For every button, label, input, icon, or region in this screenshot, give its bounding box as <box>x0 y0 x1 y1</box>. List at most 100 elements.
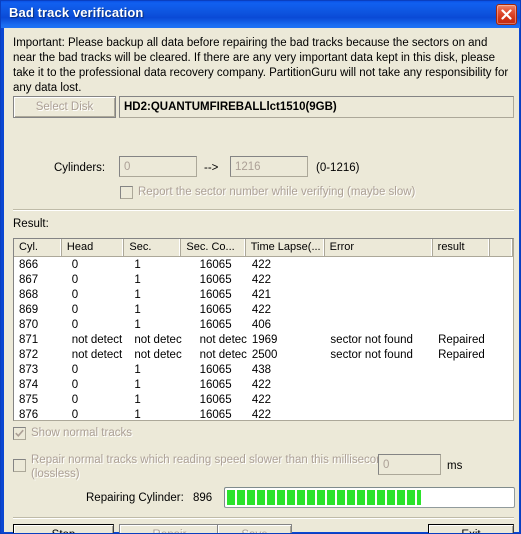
table-cell: 422 <box>251 258 272 271</box>
warning-text: Important: Please backup all data before… <box>13 37 509 94</box>
table-cell: 16065 <box>199 363 232 376</box>
close-x-glyph <box>501 9 512 20</box>
table-column-header[interactable] <box>489 239 513 257</box>
progress-fill <box>227 490 421 505</box>
table-row[interactable]: 868 0 1 16065 421 <box>14 287 513 302</box>
table-cell: 1969 <box>251 333 278 346</box>
table-cell: 1 <box>134 363 141 376</box>
table-cell: 0 <box>71 393 79 406</box>
table-cell: 422 <box>251 303 272 316</box>
table-cell: 0 <box>71 258 79 271</box>
table-cell: 876 <box>19 408 39 421</box>
table-column-header[interactable]: Time Lapse(... <box>245 239 325 257</box>
table-cell: 0 <box>71 303 79 316</box>
table-cell: 0 <box>71 408 79 421</box>
table-row[interactable]: 874 0 1 16065 422 <box>14 377 513 392</box>
table-column-header[interactable]: Sec. <box>124 239 182 257</box>
repair-slow-tracks-label-line1: Repair normal tracks which reading speed… <box>31 454 393 466</box>
table-cell: 16065 <box>199 393 232 406</box>
result-table[interactable]: Cyl. Head Sec. Sec. Co... Time Lapse(... Erro… <box>13 238 514 421</box>
table-cell: 1 <box>134 288 141 301</box>
table-cell: 1 <box>134 303 141 316</box>
table-body: 866 0 1 16065 422 867 0 1 16065 422 868 0 1 16065 421 8… <box>14 257 513 421</box>
table-cell: sector not found <box>330 348 413 361</box>
table-cell: 875 <box>19 393 39 406</box>
table-cell: 0 <box>71 288 79 301</box>
table-row[interactable]: 869 0 1 16065 422 <box>14 302 513 317</box>
table-cell: 874 <box>19 378 39 391</box>
repairing-cylinder-text: Repairing Cylinder: <box>86 492 184 504</box>
report-sector-checkbox[interactable] <box>120 186 133 199</box>
table-row[interactable]: 871 not detect not detect not detect 1969 sec… <box>14 332 513 347</box>
close-icon[interactable] <box>496 4 517 25</box>
table-cell: 867 <box>19 273 39 286</box>
table-cell: 869 <box>19 303 39 316</box>
table-cell: 1 <box>134 273 141 286</box>
exit-button[interactable]: Exit <box>428 524 514 533</box>
table-cell: 871 <box>19 333 39 346</box>
table-row[interactable]: 870 0 1 16065 406 <box>14 317 513 332</box>
repair-slow-tracks-label-line2: (lossless) <box>31 468 80 480</box>
show-normal-tracks-label: Show normal tracks <box>31 427 132 439</box>
save-button[interactable]: Save <box>217 524 292 533</box>
table-column-header[interactable]: Error <box>324 239 433 257</box>
report-sector-label: Report the sector number while verifying… <box>138 186 416 198</box>
table-cell: 870 <box>19 318 39 331</box>
millisecond-input[interactable]: 0 <box>378 454 441 475</box>
cylinder-start-input[interactable]: 0 <box>119 156 197 177</box>
table-cell: 16065 <box>199 303 232 316</box>
table-column-header[interactable]: Sec. Co... <box>181 239 246 257</box>
table-cell: 16065 <box>199 273 232 286</box>
table-row[interactable]: 876 0 1 16065 422 <box>14 407 513 421</box>
table-cell: not detect <box>134 333 182 346</box>
result-label: Result: <box>13 218 49 230</box>
show-normal-tracks-checkbox[interactable] <box>13 427 26 440</box>
stop-button[interactable]: Stop <box>13 524 114 533</box>
table-cell: 16065 <box>199 378 232 391</box>
bad-track-verification-dialog: Bad track verification Important: Please… <box>0 0 521 534</box>
repairing-cylinder-value: 896 <box>193 492 213 504</box>
table-column-header[interactable]: Head <box>61 239 125 257</box>
cylinder-arrow-label: --> <box>204 162 219 174</box>
table-column-header[interactable]: result <box>432 239 490 257</box>
divider-top <box>13 209 514 211</box>
repair-button[interactable]: Repair <box>119 524 220 533</box>
table-column-header[interactable]: Cyl. <box>14 239 62 257</box>
table-cell: 16065 <box>199 408 232 421</box>
table-row[interactable]: 866 0 1 16065 422 <box>14 257 513 272</box>
table-row[interactable]: 872 not detect not detect not detect 2500 sec… <box>14 347 513 362</box>
dialog-client-area: Important: Please backup all data before… <box>4 28 519 533</box>
disk-name-field: HD2:QUANTUMFIREBALLlct1510(9GB) <box>119 96 514 118</box>
table-cell: not detect <box>71 348 123 361</box>
checkmark-icon <box>15 429 24 437</box>
table-cell: 0 <box>71 378 79 391</box>
title-bar[interactable]: Bad track verification <box>1 1 520 28</box>
table-cell: 422 <box>251 408 272 421</box>
cylinder-end-input[interactable]: 1216 <box>230 156 308 177</box>
table-cell: 16065 <box>199 258 232 271</box>
repair-progress-bar <box>224 487 515 508</box>
table-cell: 0 <box>71 363 79 376</box>
table-cell: 16065 <box>199 318 232 331</box>
table-cell: 406 <box>251 318 272 331</box>
table-cell: 1 <box>134 318 141 331</box>
table-cell: 1 <box>134 408 141 421</box>
table-cell: 1 <box>134 378 141 391</box>
table-row[interactable]: 867 0 1 16065 422 <box>14 272 513 287</box>
table-row[interactable]: 873 0 1 16065 438 <box>14 362 513 377</box>
table-row[interactable]: 875 0 1 16065 422 <box>14 392 513 407</box>
table-cell: Repaired <box>438 348 485 361</box>
cylinder-range-label: (0-1216) <box>316 162 360 174</box>
repair-slow-tracks-checkbox[interactable] <box>13 459 26 472</box>
table-cell: 873 <box>19 363 39 376</box>
table-cell: sector not found <box>330 333 413 346</box>
table-cell: 1 <box>134 258 141 271</box>
table-cell: 421 <box>251 288 272 301</box>
table-cell: 866 <box>19 258 39 271</box>
table-cell: not detect <box>71 333 123 346</box>
select-disk-button[interactable]: Select Disk <box>13 96 116 118</box>
divider-bottom <box>13 517 514 519</box>
table-cell: 0 <box>71 273 79 286</box>
table-cell: not detect <box>134 348 182 361</box>
window-title: Bad track verification <box>9 5 144 20</box>
